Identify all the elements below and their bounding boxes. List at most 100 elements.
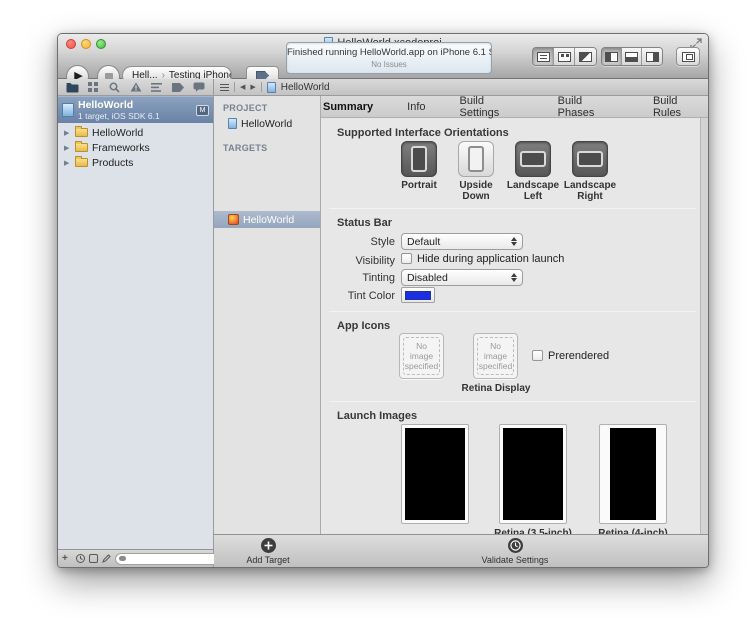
project-item[interactable]: HelloWorld — [214, 116, 320, 131]
launch-image — [610, 428, 656, 520]
standard-editor-button[interactable] — [533, 48, 554, 65]
settings-tab-bar: Summary Info Build Settings Build Phases… — [321, 96, 708, 120]
section-divider — [329, 208, 696, 209]
disclosure-triangle-icon[interactable]: ▶ — [64, 144, 73, 152]
orientation-landscape-right-button[interactable] — [572, 141, 608, 177]
launch-image-retina4-well[interactable] — [599, 424, 667, 524]
orientation-portrait-button[interactable] — [401, 141, 437, 177]
app-target-icon — [228, 214, 239, 225]
divider — [234, 82, 235, 92]
editor-pane: Summary Info Build Settings Build Phases… — [321, 96, 708, 534]
status-message: Finished running HelloWorld.app on iPhon… — [287, 47, 492, 58]
retina-app-icon-well[interactable]: No image specified — [473, 333, 518, 379]
tree-item-label: Frameworks — [92, 141, 150, 154]
section-divider — [329, 401, 696, 402]
section-divider — [329, 311, 696, 312]
orientation-label: Upside Down — [459, 180, 493, 202]
activity-status-display: Finished running HelloWorld.app on iPhon… — [286, 42, 492, 74]
stepper-arrows-icon — [511, 273, 517, 282]
prerendered-label: Prerendered — [548, 350, 610, 362]
navigator-filter-bar: + — [58, 549, 247, 567]
unsaved-files-filter-icon[interactable] — [101, 554, 111, 563]
landscape-left-phone-icon — [520, 151, 546, 167]
retina-app-icon-placeholder: No image specified — [477, 337, 514, 375]
tab-info[interactable]: Info — [405, 100, 427, 114]
back-icon[interactable]: ◀ — [240, 83, 245, 91]
related-items-icon[interactable] — [220, 83, 229, 91]
tab-build-phases[interactable]: Build Phases — [556, 96, 621, 120]
version-editor-button[interactable] — [575, 48, 596, 65]
add-file-button[interactable]: + — [62, 553, 68, 564]
portrait-phone-icon — [411, 146, 427, 172]
issue-navigator-icon[interactable] — [129, 81, 143, 93]
jump-bar: ◀ ▶ HelloWorld — [214, 79, 708, 96]
tab-build-settings[interactable]: Build Settings — [458, 96, 526, 120]
debug-navigator-icon[interactable] — [150, 81, 164, 93]
style-dropdown[interactable]: Default — [401, 233, 523, 250]
target-item[interactable]: HelloWorld — [214, 211, 320, 228]
orientation-upside-down-button[interactable] — [458, 141, 494, 177]
launch-image — [503, 428, 563, 520]
tinting-dropdown[interactable]: Disabled — [401, 269, 523, 286]
assistant-editor-button[interactable] — [554, 48, 575, 65]
project-row[interactable]: HelloWorld 1 target, iOS SDK 6.1 M — [58, 96, 213, 123]
add-target-label: Add Target — [246, 555, 290, 565]
style-label: Style — [370, 236, 395, 248]
symbol-navigator-icon[interactable] — [87, 81, 101, 93]
disclosure-triangle-icon[interactable]: ▶ — [64, 129, 73, 137]
organizer-icon — [681, 51, 695, 62]
navigator-panel-icon — [605, 51, 618, 62]
tree-row-frameworks[interactable]: ▶ Frameworks — [58, 140, 213, 155]
launch-image — [405, 428, 465, 520]
project-file-icon — [62, 103, 74, 117]
orientations-section-title: Supported Interface Orientations — [337, 127, 509, 139]
orientation-label: Landscape Right — [563, 180, 617, 202]
project-detail: 1 target, iOS SDK 6.1 — [78, 111, 160, 121]
log-navigator-icon[interactable] — [192, 81, 206, 93]
launch-image-retina35-well[interactable] — [499, 424, 567, 524]
project-navigator-icon[interactable] — [66, 81, 80, 93]
search-navigator-icon[interactable] — [108, 81, 122, 93]
recent-files-filter-icon[interactable] — [75, 554, 85, 563]
project-item-label: HelloWorld — [241, 117, 293, 130]
tree-item-label: HelloWorld — [92, 126, 144, 139]
launch-image-well[interactable] — [401, 424, 469, 524]
tab-summary[interactable]: Summary — [321, 100, 375, 114]
add-icon — [260, 538, 276, 553]
validate-settings-label: Validate Settings — [481, 555, 549, 565]
folder-icon — [75, 156, 88, 167]
app-icon-well[interactable]: No image specified — [399, 333, 444, 379]
tab-build-rules[interactable]: Build Rules — [651, 96, 708, 120]
document-icon — [266, 81, 276, 93]
launch-images-section-title: Launch Images — [337, 410, 418, 422]
hide-during-launch-checkbox[interactable] — [401, 253, 412, 264]
scm-status-filter-icon[interactable] — [88, 554, 98, 563]
project-settings-badge[interactable]: M — [196, 104, 209, 116]
project-group-header: PROJECT — [223, 103, 268, 113]
organizer-button[interactable] — [676, 47, 700, 66]
target-item-label: HelloWorld — [243, 213, 295, 226]
tree-row-helloworld[interactable]: ▶ HelloWorld — [58, 125, 213, 140]
version-editor-icon — [579, 51, 592, 62]
toggle-utilities-button[interactable] — [642, 48, 662, 65]
prerendered-checkbox[interactable] — [532, 350, 543, 361]
forward-icon[interactable]: ▶ — [250, 83, 255, 91]
vertical-scrollbar[interactable] — [700, 118, 708, 534]
disclosure-triangle-icon[interactable]: ▶ — [64, 159, 73, 167]
toggle-debug-area-button[interactable] — [622, 48, 642, 65]
toggle-navigator-button[interactable] — [602, 48, 622, 65]
xcode-window: HelloWorld.xcodeproj ▶ Run Stop Hell... … — [57, 33, 709, 568]
validate-settings-button[interactable]: Validate Settings — [469, 538, 561, 565]
folder-icon — [75, 126, 88, 137]
validate-clock-icon — [507, 538, 523, 553]
jumpbar-document-name[interactable]: HelloWorld — [281, 82, 330, 93]
style-value: Default — [407, 235, 441, 248]
orientation-landscape-left-button[interactable] — [515, 141, 551, 177]
project-file-icon — [228, 118, 237, 129]
tree-row-products[interactable]: ▶ Products — [58, 155, 213, 170]
targets-group-header: TARGETS — [223, 143, 268, 153]
breakpoint-navigator-icon[interactable] — [171, 81, 185, 93]
add-target-button[interactable]: Add Target — [228, 538, 308, 565]
orientation-label: Landscape Left — [506, 180, 560, 202]
tint-color-well[interactable] — [401, 287, 435, 303]
